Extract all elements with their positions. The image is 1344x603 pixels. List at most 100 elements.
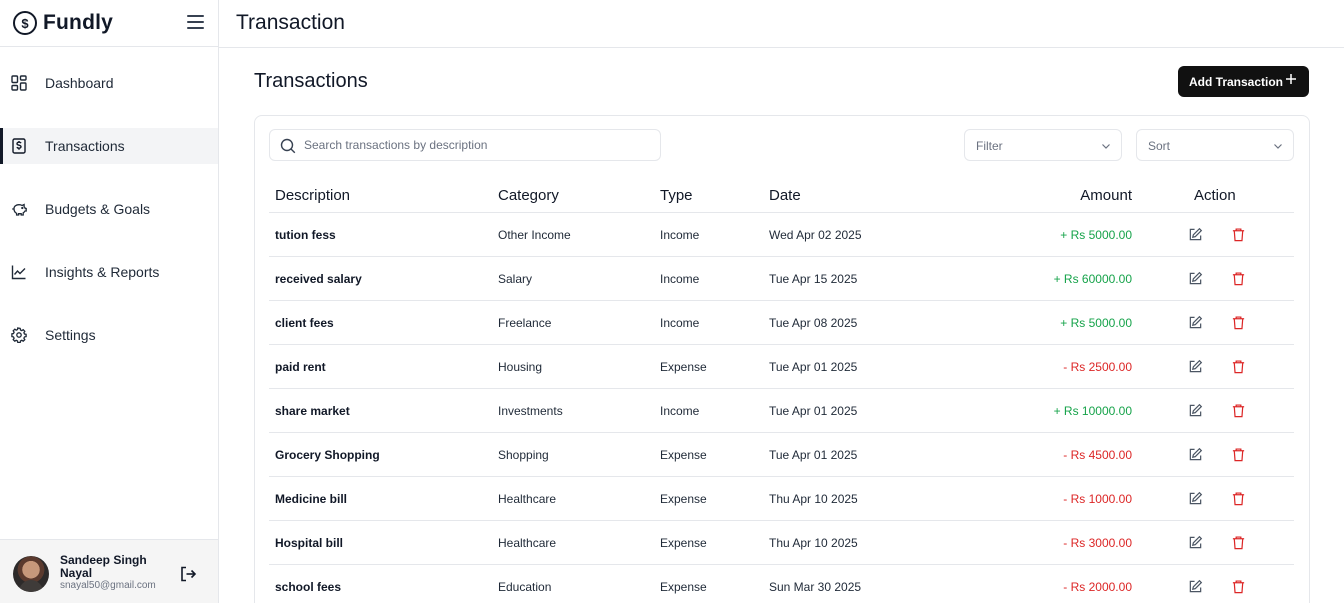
cell-category: Shopping [498,448,549,462]
table-row: tution fess Other Income Income Wed Apr 02 … [269,213,1294,257]
cell-category: Other Income [498,228,571,242]
cell-type: Expense [660,492,707,506]
dashboard-grid-icon [11,75,27,91]
cell-description: client fees [275,316,334,330]
chevron-down-icon [1274,144,1282,149]
add-transaction-label: Add Transaction [1189,74,1284,89]
chevron-down-icon [1102,144,1110,149]
column-header-date[interactable]: Date [769,187,801,204]
hamburger-menu-icon[interactable] [187,15,204,29]
cell-description: Grocery Shopping [275,448,380,462]
cell-description: school fees [275,580,342,594]
sidebar-item-budgets-goals[interactable]: Budgets & Goals [0,191,218,227]
sidebar: $ Fundly Dashboard Transactions Budgets … [0,0,219,603]
cell-amount: + Rs 60000.00 [1053,272,1132,286]
trash-icon[interactable] [1231,447,1246,462]
sidebar-item-label: Insights & Reports [45,264,160,280]
cell-category: Housing [498,360,543,374]
sidebar-item-insights-reports[interactable]: Insights & Reports [0,254,218,290]
cell-date: Sun Mar 30 2025 [769,580,862,594]
edit-icon[interactable] [1188,359,1203,374]
logout-icon[interactable] [179,565,197,583]
cell-amount: - Rs 2500.00 [1063,360,1132,374]
cell-description: received salary [275,272,362,286]
trash-icon[interactable] [1231,227,1246,242]
cell-date: Tue Apr 01 2025 [769,448,858,462]
column-header-type[interactable]: Type [660,187,693,204]
edit-icon[interactable] [1188,315,1203,330]
cell-date: Tue Apr 15 2025 [769,272,858,286]
sidebar-item-transactions[interactable]: Transactions [0,128,218,164]
cell-date: Tue Apr 01 2025 [769,404,858,418]
edit-icon[interactable] [1188,403,1203,418]
search-icon [280,138,296,154]
cell-date: Tue Apr 08 2025 [769,316,858,330]
cell-amount: + Rs 5000.00 [1060,316,1132,330]
sidebar-item-dashboard[interactable]: Dashboard [0,65,218,101]
user-name: Sandeep Singh Nayal [60,553,147,580]
cell-amount: + Rs 10000.00 [1053,404,1132,418]
edit-icon[interactable] [1188,535,1203,550]
cell-amount: - Rs 2000.00 [1063,580,1132,594]
trash-icon[interactable] [1231,359,1246,374]
top-bar: Transaction [219,0,1344,48]
sort-label: Sort [1148,139,1171,153]
column-header-amount[interactable]: Amount [1080,187,1132,204]
brand: $ Fundly [0,0,218,47]
cell-type: Expense [660,448,707,462]
cell-type: Income [660,272,700,286]
cell-description: Medicine bill [275,492,348,506]
table-row: received salary Salary Income Tue Apr 15 20… [269,257,1294,301]
sidebar-item-label: Budgets & Goals [45,201,151,217]
cell-description: share market [275,404,350,418]
cell-amount: - Rs 3000.00 [1063,536,1132,550]
cell-category: Healthcare [498,492,557,506]
user-email: snayal50@gmail.com [60,580,156,591]
cell-amount: - Rs 1000.00 [1063,492,1132,506]
sidebar-item-label: Transactions [45,138,125,154]
trash-icon[interactable] [1231,271,1246,286]
table-row: paid rent Housing Expense Tue Apr 01 2025 - … [269,345,1294,389]
edit-icon[interactable] [1188,491,1203,506]
edit-icon[interactable] [1188,579,1203,594]
cell-description: tution fess [275,228,336,242]
trash-icon[interactable] [1231,491,1246,506]
trash-icon[interactable] [1231,579,1246,594]
column-header-category[interactable]: Category [498,187,559,204]
dollar-logo-icon: $ [13,11,37,35]
sidebar-item-label: Settings [45,327,96,343]
avatar [13,556,49,592]
search-input[interactable] [304,130,654,160]
sidebar-item-label: Dashboard [45,75,114,91]
plus-icon [1286,74,1296,84]
column-header-description[interactable]: Description [275,187,350,204]
line-chart-icon [11,265,26,280]
trash-icon[interactable] [1231,535,1246,550]
cell-type: Income [660,228,700,242]
cell-amount: - Rs 4500.00 [1063,448,1132,462]
cell-description: paid rent [275,360,326,374]
cell-type: Expense [660,580,707,594]
gear-icon [11,327,27,343]
edit-icon[interactable] [1188,447,1203,462]
cell-type: Income [660,404,700,418]
cell-amount: + Rs 5000.00 [1060,228,1132,242]
cell-category: Investments [498,404,563,418]
filter-label: Filter [976,139,1003,153]
cell-type: Income [660,316,700,330]
receipt-dollar-icon [12,138,26,154]
sidebar-item-settings[interactable]: Settings [0,317,218,353]
table-row: share market Investments Income Tue Apr 01 … [269,389,1294,433]
trash-icon[interactable] [1231,403,1246,418]
sort-select[interactable]: Sort [1136,129,1294,161]
cell-category: Education [498,580,552,594]
filter-select[interactable]: Filter [964,129,1122,161]
cell-date: Tue Apr 01 2025 [769,360,858,374]
cell-type: Expense [660,536,707,550]
cell-category: Salary [498,272,533,286]
edit-icon[interactable] [1188,227,1203,242]
trash-icon[interactable] [1231,315,1246,330]
edit-icon[interactable] [1188,271,1203,286]
add-transaction-button[interactable]: Add Transaction [1178,66,1309,97]
cell-category: Healthcare [498,536,557,550]
